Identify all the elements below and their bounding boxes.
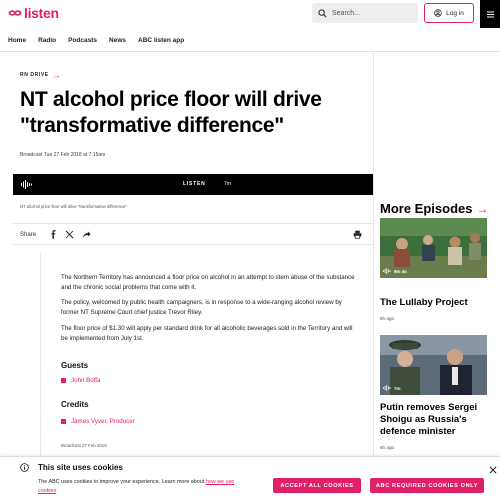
nav-item-abc-listen-app[interactable]: ABC listen app — [138, 37, 184, 44]
nav-item-home[interactable]: Home — [8, 37, 26, 44]
cookie-banner: This site uses cookies The ABC uses cook… — [0, 456, 500, 500]
audio-player[interactable]: LISTEN 7m — [13, 174, 373, 195]
episode-title[interactable]: Putin removes Sergei Shoigu as Russia's … — [380, 402, 492, 438]
more-episodes-heading: More Episodes — [380, 201, 473, 216]
print-icon[interactable] — [353, 230, 362, 239]
more-episodes-sidebar: More Episodes → 9m 4s The Lullaby Projec… — [375, 53, 500, 500]
abc-logo-icon — [8, 10, 22, 16]
credit-link[interactable]: James Vyver, Producer — [61, 418, 135, 425]
close-icon[interactable] — [489, 466, 497, 474]
main-nav: Home Radio Podcasts News ABC listen app — [0, 30, 500, 52]
episode-duration-chip: 9m 4s — [383, 268, 407, 274]
cookie-text: The ABC uses cookies to improve your exp… — [38, 478, 238, 496]
waveform-icon — [383, 385, 391, 391]
article-paragraph: The Northern Territory has announced a f… — [61, 274, 355, 291]
arrow-right-icon: → — [476, 201, 489, 216]
waveform-icon — [383, 268, 391, 274]
facebook-icon[interactable] — [49, 230, 58, 239]
share-arrow-icon[interactable] — [82, 230, 91, 239]
program-link[interactable]: RN DRIVE → — [20, 70, 62, 80]
episode-age: 6h ago — [380, 316, 395, 321]
abc-listen-logo[interactable]: listen — [8, 5, 59, 21]
episode-duration-chip: 7m — [383, 385, 401, 391]
waveform-icon — [21, 180, 32, 189]
x-twitter-icon[interactable] — [65, 230, 74, 239]
audio-caption: NT alcohol price floor will drive "trans… — [20, 204, 127, 209]
bullet-square-icon — [61, 419, 66, 424]
arrow-right-icon: → — [52, 70, 62, 80]
credit-name: James Vyver, Producer — [71, 418, 135, 425]
episode-duration: 7m — [394, 385, 401, 391]
share-bar: Share — [13, 223, 373, 245]
audio-duration: 7m — [224, 181, 231, 187]
episode-duration: 9m 4s — [394, 268, 407, 274]
article-title: NT alcohol price floor will drive "trans… — [20, 88, 322, 137]
user-icon — [434, 9, 442, 17]
episode-thumbnail[interactable]: 7m — [380, 335, 487, 395]
more-episodes-link[interactable]: More Episodes → — [380, 201, 488, 216]
nav-item-news[interactable]: News — [109, 37, 126, 44]
top-bar: listen Search... Log in — [0, 0, 500, 28]
credits-heading: Credits — [61, 400, 89, 409]
menu-button[interactable] — [480, 0, 500, 28]
cookie-message: The ABC uses cookies to improve your exp… — [38, 479, 205, 485]
cookie-title: This site uses cookies — [38, 463, 123, 472]
episode-title[interactable]: The Lullaby Project — [380, 297, 492, 309]
guest-link[interactable]: John Boffa — [61, 377, 100, 384]
episode-thumbnail[interactable]: 9m 4s — [380, 218, 487, 278]
search-input[interactable]: Search... — [312, 3, 418, 23]
article-column: RN DRIVE → NT alcohol price floor will d… — [0, 53, 374, 500]
nav-item-radio[interactable]: Radio — [38, 37, 56, 44]
nav-item-podcasts[interactable]: Podcasts — [68, 37, 97, 44]
login-label: Log in — [446, 9, 464, 17]
login-button[interactable]: Log in — [424, 3, 474, 23]
accept-all-cookies-button[interactable]: ACCEPT ALL COOKIES — [273, 478, 361, 493]
required-cookies-only-button[interactable]: ABC REQUIRED COOKIES ONLY — [370, 478, 484, 493]
guests-heading: Guests — [61, 361, 89, 370]
bullet-square-icon — [61, 378, 66, 383]
logo-text: listen — [24, 5, 59, 21]
article-paragraph: The floor price of $1.30 will apply per … — [61, 325, 353, 342]
program-name: RN DRIVE — [20, 72, 49, 78]
hamburger-icon — [486, 13, 494, 15]
info-icon — [20, 463, 29, 472]
share-label: Share — [20, 232, 37, 238]
search-placeholder: Search... — [332, 9, 361, 17]
article-paragraph: The policy, welcomed by public health ca… — [61, 299, 342, 316]
guest-name: John Boffa — [71, 377, 101, 384]
search-icon — [318, 8, 327, 18]
episode-age: 6h ago — [380, 445, 395, 450]
broadcast-footer: Broadcast 27 Feb 2018 — [61, 443, 107, 448]
broadcast-date: Broadcast Tue 27 Feb 2018 at 7:15am — [20, 152, 106, 158]
listen-label: LISTEN — [183, 181, 206, 187]
